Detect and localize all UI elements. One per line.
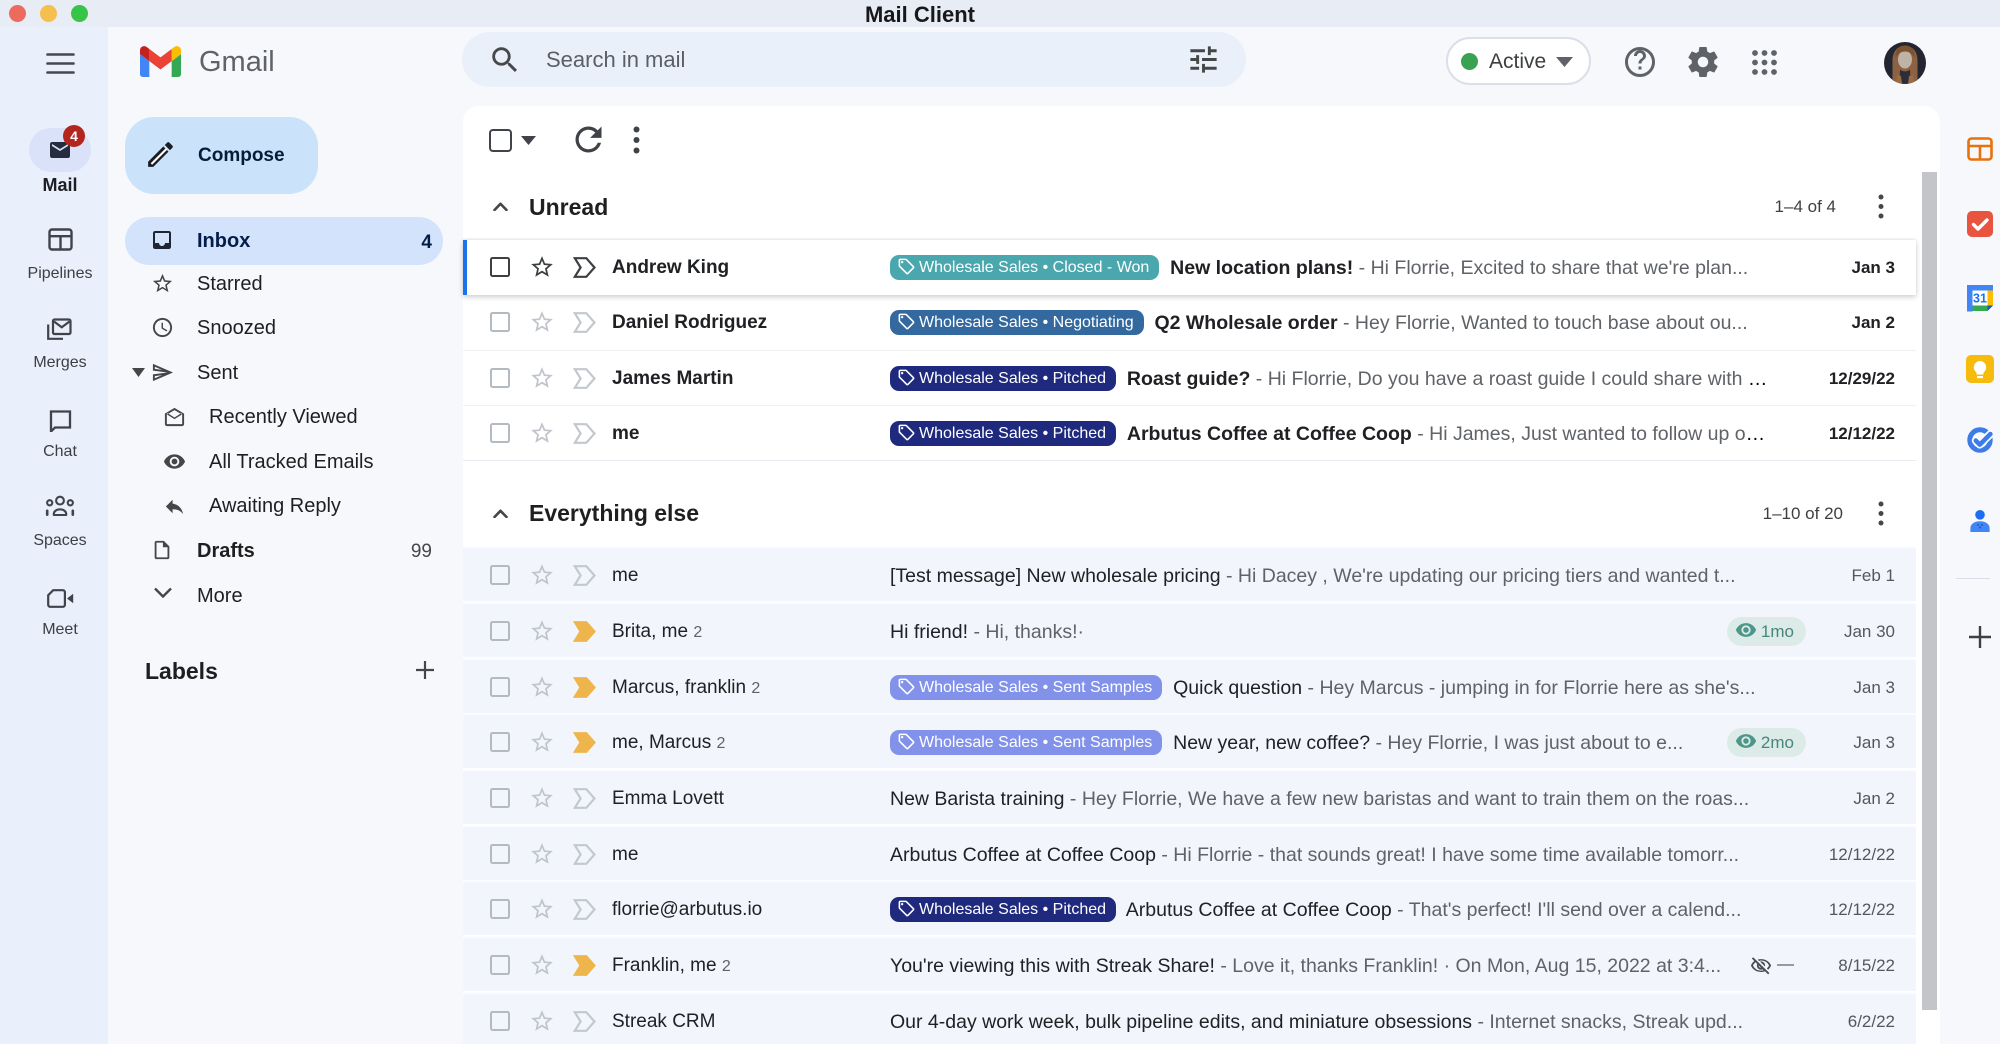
svg-text:31: 31 (1973, 292, 1987, 306)
